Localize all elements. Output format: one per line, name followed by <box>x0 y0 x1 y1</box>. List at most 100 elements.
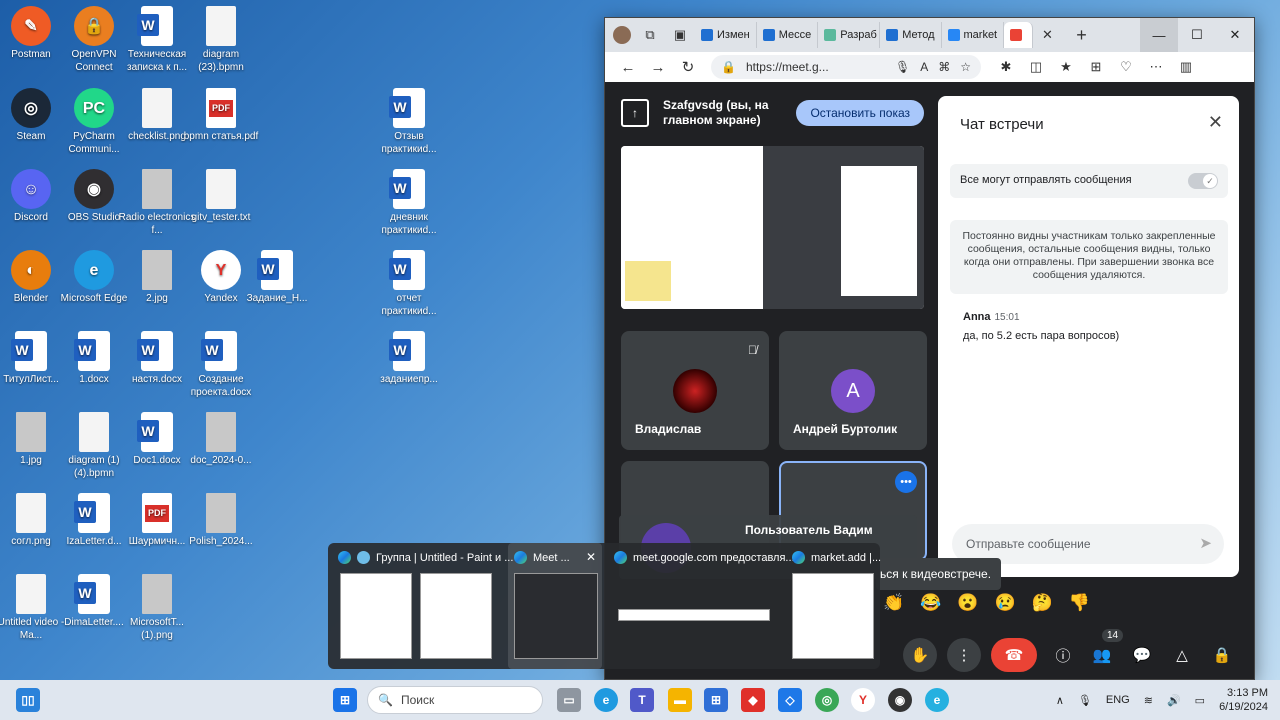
desktop-icon[interactable]: дневник практикиd... <box>370 169 448 237</box>
chevron-up-icon[interactable]: ∧ <box>1056 694 1064 707</box>
split-screen-icon[interactable]: ◫ <box>1023 59 1049 75</box>
chat-button[interactable]: 💬 <box>1125 638 1159 672</box>
browser-essentials-icon[interactable]: ♡ <box>1113 59 1139 75</box>
activities-button[interactable]: △ <box>1165 638 1199 672</box>
preview-title: meet.google.com предоставля... <box>614 551 795 564</box>
close-icon[interactable]: ✕ <box>586 550 596 564</box>
chrome-icon[interactable]: ◎ <box>815 688 839 712</box>
desktop-icon[interactable]: gitv_tester.txt <box>182 169 260 224</box>
desktop-icon[interactable]: заданиепр... <box>370 331 448 386</box>
extensions-icon[interactable]: ✱ <box>993 59 1019 75</box>
collections-icon[interactable]: ⧉ <box>639 24 661 46</box>
read-aloud-icon[interactable]: A <box>920 60 928 74</box>
clock[interactable]: 3:13 PM 6/19/2024 <box>1219 686 1268 714</box>
desktop-icon[interactable]: Создание проекта.docx <box>182 331 260 399</box>
reaction-emoji[interactable]: 👎 <box>1069 593 1090 613</box>
desktop-icon[interactable]: Отзыв практикиd... <box>370 88 448 156</box>
meeting-info-button[interactable]: ⓘ <box>1046 638 1080 672</box>
stop-presenting-button[interactable]: Остановить показ <box>796 100 924 126</box>
browser-tab[interactable] <box>1003 22 1033 48</box>
teams-icon[interactable]: T <box>630 688 654 712</box>
mic-icon[interactable]: 🎙 <box>895 60 910 74</box>
start-icon[interactable]: ⊞ <box>333 688 357 712</box>
preview-thumbnail <box>792 573 874 659</box>
participant-tile[interactable]: A Андрей Буртолик <box>779 331 927 450</box>
desktop-icon[interactable]: Задание_Н... <box>238 250 316 305</box>
minimize-button[interactable]: — <box>1140 18 1178 52</box>
preview-window[interactable]: Meet ... ✕ <box>508 543 602 669</box>
url-field[interactable]: 🔒 https://meet.g... 🎙 A ⌘ ☆ <box>711 55 981 79</box>
more-options-icon[interactable]: ••• <box>895 471 917 493</box>
sidebar-icon[interactable]: ▥ <box>1173 59 1199 75</box>
preview-window[interactable]: meet.google.com предоставля... <box>608 543 795 669</box>
participant-tile[interactable]: 🎙̸ Владислав <box>621 331 769 450</box>
forward-icon[interactable]: → <box>643 59 673 76</box>
app-icon: 🔒 <box>74 6 114 46</box>
back-icon[interactable]: ← <box>613 59 643 76</box>
desktop-icon[interactable]: bpmn статья.pdf <box>182 88 260 143</box>
store-icon[interactable]: ⊞ <box>704 688 728 712</box>
desktop-icon[interactable]: diagram (23).bpmn <box>182 6 260 74</box>
desktop-icon[interactable]: отчет практикиd... <box>370 250 448 318</box>
edge-taskbar-icon[interactable]: e <box>594 688 618 712</box>
battery-icon[interactable]: ▭ <box>1195 694 1205 707</box>
dropbox-icon[interactable]: ◇ <box>778 688 802 712</box>
word-file-icon <box>389 331 425 371</box>
browser-tab[interactable]: Разраб <box>818 22 881 48</box>
hover-name: Пользователь Вадим <box>745 523 873 537</box>
preview-window[interactable]: market.add |... <box>786 543 881 669</box>
browser-tab[interactable]: Мессе <box>757 22 819 48</box>
collections-toolbar-icon[interactable]: ⊞ <box>1083 59 1109 75</box>
desktop-icon-label: MicrosoftT... (1).png <box>130 617 184 641</box>
maximize-button[interactable]: ☐ <box>1178 18 1216 52</box>
close-tab-icon[interactable]: ✕ <box>1037 24 1059 46</box>
obs-taskbar-icon[interactable]: ◉ <box>888 688 912 712</box>
profile-icon[interactable] <box>613 26 631 44</box>
desktop-icon-label: Polish_2024... <box>189 536 253 547</box>
anydesk-icon[interactable]: ◆ <box>741 688 765 712</box>
desktop-icon[interactable]: MicrosoftT... (1).png <box>118 574 196 642</box>
mic-tray-icon[interactable]: 🎙 <box>1078 694 1092 707</box>
close-window-button[interactable]: ✕ <box>1216 18 1254 52</box>
volume-icon[interactable]: 🔊 <box>1167 694 1181 707</box>
task-view-icon[interactable]: ▭ <box>557 688 581 712</box>
browser-tab[interactable]: Метод <box>880 22 942 48</box>
send-icon[interactable]: ➤ <box>1199 534 1212 552</box>
translate-icon[interactable]: ⌘ <box>938 60 950 74</box>
favorites-icon[interactable]: ★ <box>1053 59 1079 75</box>
close-icon[interactable]: ✕ <box>1208 112 1223 133</box>
menu-icon[interactable]: ⋯ <box>1143 59 1169 75</box>
desktop-icon[interactable]: Polish_2024... <box>182 493 260 548</box>
reaction-emoji[interactable]: 😂 <box>920 593 941 613</box>
reaction-emoji[interactable]: 👏 <box>883 593 904 613</box>
leave-call-button[interactable]: ☎ <box>991 638 1037 672</box>
language-indicator[interactable]: ENG <box>1106 694 1130 706</box>
browser-tab[interactable]: market <box>942 22 1004 48</box>
preview-thumbnail <box>514 573 598 659</box>
browser-tab[interactable]: Измен <box>695 22 757 48</box>
refresh-icon[interactable]: ↻ <box>673 58 703 76</box>
desktop-icon[interactable]: doc_2024-0... <box>182 412 260 467</box>
yandex-taskbar-icon[interactable]: Y <box>851 688 875 712</box>
tab-actions-icon[interactable]: ▣ <box>669 24 691 46</box>
preview-window[interactable]: Группа | Untitled - Paint и ... <box>332 543 513 669</box>
chat-permission-toggle[interactable] <box>1188 173 1218 189</box>
explorer-icon[interactable]: ▬ <box>668 688 692 712</box>
app-icon: ◐ <box>11 250 51 290</box>
word-file-icon <box>137 6 173 46</box>
edge-active-taskbar-icon[interactable]: e <box>925 688 949 712</box>
chat-permission-label: Все могут отправлять сообщения <box>960 174 1132 186</box>
more-options-button[interactable]: ⋮ <box>947 638 981 672</box>
reaction-emoji[interactable]: 😮 <box>957 593 978 613</box>
people-button[interactable]: 👥 <box>1085 638 1119 672</box>
reaction-emoji[interactable]: 😢 <box>995 593 1016 613</box>
wifi-icon[interactable]: ≋ <box>1144 694 1153 707</box>
raise-hand-button[interactable]: ✋ <box>903 638 937 672</box>
reaction-emoji[interactable]: 🤔 <box>1032 593 1053 613</box>
taskbar-preview: Группа | Untitled - Paint и ... Meet ...… <box>328 543 881 669</box>
search-box[interactable]: 🔍 Поиск <box>367 686 543 714</box>
host-controls-button[interactable]: 🔒 <box>1205 638 1239 672</box>
favorite-icon[interactable]: ☆ <box>960 60 971 74</box>
show-desktop-icon[interactable]: ▯▯ <box>16 688 40 712</box>
new-tab-button[interactable]: + <box>1071 24 1093 46</box>
